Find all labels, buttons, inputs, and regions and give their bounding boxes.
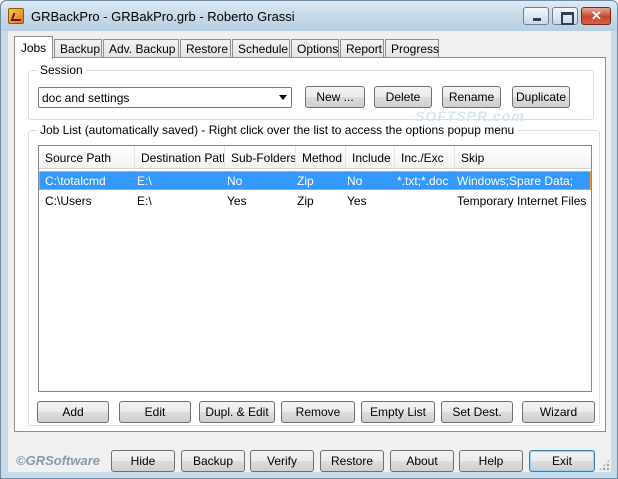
verify-button[interactable]: Verify — [250, 450, 314, 472]
cell-destination-path: E:\ — [137, 194, 152, 208]
edit-job-button[interactable]: Edit — [119, 401, 191, 423]
minimize-button[interactable] — [523, 7, 549, 25]
title-bar[interactable]: GRBackPro - GRBakPro.grb - Roberto Grass… — [1, 1, 617, 31]
tab-jobs[interactable]: Jobs — [14, 36, 53, 59]
backup-button[interactable]: Backup — [181, 450, 245, 472]
cell-destination-path: E:\ — [137, 174, 152, 188]
cell-skip: Windows;Spare Data; — [457, 174, 574, 188]
cell-source-path: C:\Users — [45, 194, 92, 208]
jobs-panel: SOFTSPR.com Session doc and settings New… — [14, 57, 606, 432]
exit-button[interactable]: Exit — [529, 450, 595, 472]
cell-include: No — [347, 174, 363, 188]
set-dest-button[interactable]: Set Dest. — [441, 401, 513, 423]
chevron-down-icon — [279, 95, 287, 100]
joblist-label: Job List (automatically saved) - Right c… — [37, 123, 518, 137]
column-header-source-path[interactable]: Source Path — [39, 146, 135, 169]
cell-sub-folders: No — [227, 174, 243, 188]
restore-button[interactable]: Restore — [320, 450, 384, 472]
wizard-button[interactable]: Wizard — [522, 401, 595, 423]
list-header: Source Path Destination Path Sub-Folders… — [39, 146, 591, 169]
column-header-skip[interactable]: Skip — [455, 146, 591, 169]
app-icon[interactable] — [8, 8, 24, 24]
help-button[interactable]: Help — [459, 450, 523, 472]
column-header-method[interactable]: Method — [296, 146, 346, 169]
cell-source-path: C:\totalcmd — [45, 174, 106, 188]
resize-grip-icon[interactable] — [598, 459, 610, 471]
about-button[interactable]: About — [390, 450, 454, 472]
job-list[interactable]: Source Path Destination Path Sub-Folders… — [38, 145, 592, 392]
session-label: Session — [37, 63, 86, 77]
column-header-inc-exc[interactable]: Inc./Exc — [395, 146, 455, 169]
column-header-sub-folders[interactable]: Sub-Folders — [225, 146, 296, 169]
hide-button[interactable]: Hide — [111, 450, 175, 472]
tab-progress[interactable]: Progress — [385, 39, 439, 58]
session-combo[interactable]: doc and settings — [38, 87, 292, 108]
new-session-button[interactable]: New ... — [305, 86, 365, 108]
session-group: Session doc and settings New ... Delete … — [28, 63, 594, 120]
close-button[interactable] — [581, 7, 611, 25]
duplicate-session-button[interactable]: Duplicate — [512, 86, 570, 108]
tab-restore[interactable]: Restore — [180, 39, 231, 58]
column-header-destination-path[interactable]: Destination Path — [135, 146, 225, 169]
table-row[interactable]: C:\totalcmd E:\ No Zip No *.txt;*.doc Wi… — [39, 171, 591, 190]
grsoftware-logo: ©GRSoftware — [16, 453, 100, 468]
table-row[interactable]: C:\Users E:\ Yes Zip Yes Temporary Inter… — [39, 191, 591, 210]
cell-method: Zip — [297, 174, 314, 188]
column-header-include[interactable]: Include — [346, 146, 395, 169]
rename-session-button[interactable]: Rename — [442, 86, 501, 108]
add-job-button[interactable]: Add — [37, 401, 109, 423]
cell-sub-folders: Yes — [227, 194, 247, 208]
tab-options[interactable]: Options — [291, 39, 339, 58]
client-area: Jobs Backup Adv. Backup Restore Schedule… — [8, 31, 611, 472]
cell-include: Yes — [347, 194, 367, 208]
session-selected: doc and settings — [42, 91, 130, 105]
tab-report[interactable]: Report — [340, 39, 384, 58]
tab-schedule[interactable]: Schedule — [232, 39, 290, 58]
cell-skip: Temporary Internet Files — [457, 194, 587, 208]
empty-list-button[interactable]: Empty List — [361, 401, 435, 423]
app-window: GRBackPro - GRBakPro.grb - Roberto Grass… — [0, 0, 618, 479]
tab-backup[interactable]: Backup — [54, 39, 102, 58]
joblist-group: Job List (automatically saved) - Right c… — [28, 123, 600, 426]
cell-method: Zip — [297, 194, 314, 208]
delete-session-button[interactable]: Delete — [374, 86, 432, 108]
dupl-edit-job-button[interactable]: Dupl. & Edit — [199, 401, 275, 423]
maximize-button[interactable] — [552, 7, 578, 25]
tab-adv-backup[interactable]: Adv. Backup — [103, 39, 179, 58]
window-title: GRBackPro - GRBakPro.grb - Roberto Grass… — [31, 9, 295, 24]
cell-inc-exc: *.txt;*.doc — [397, 174, 449, 188]
remove-job-button[interactable]: Remove — [281, 401, 355, 423]
